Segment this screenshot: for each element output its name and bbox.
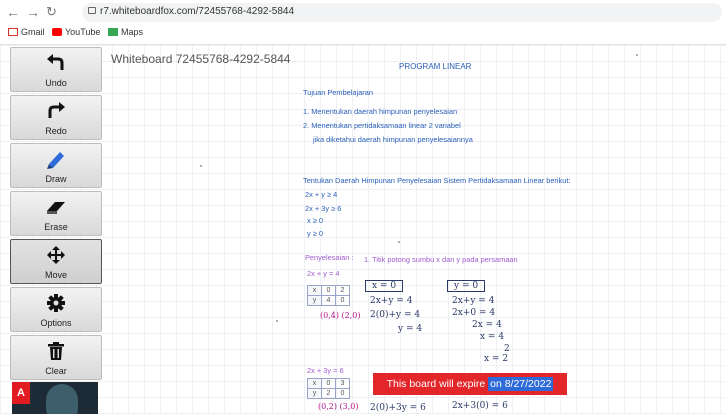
handwritten-a3: y = 4 <box>398 324 423 334</box>
step-1-text: 1. Titik potong sumbu x dan y pada persa… <box>364 255 518 264</box>
points-eq-a: (0,4) (2,0) <box>320 311 361 320</box>
inequality-4: y ≥ 0 <box>307 229 323 238</box>
draw-button[interactable]: Draw <box>10 143 102 188</box>
inequality-2: 2x + 3y ≥ 6 <box>305 204 342 213</box>
equation-b: 2x + 3y = 6 <box>307 366 344 375</box>
table-cell: 0 <box>335 295 350 306</box>
undo-button[interactable]: Undo <box>10 47 102 92</box>
equation-a: 2x + y = 4 <box>307 269 340 278</box>
table-cell: y <box>307 295 322 306</box>
move-button[interactable]: Move <box>10 239 102 284</box>
handwritten-b5: 2 <box>504 344 510 354</box>
eraser-icon <box>47 202 65 214</box>
maps-icon <box>108 28 118 36</box>
table-cell: 0 <box>321 285 336 296</box>
ad-image <box>46 384 78 414</box>
pen-icon <box>47 152 64 169</box>
stray-mark <box>398 241 400 243</box>
tujuan-title: Tujuan Pembelajaran <box>303 88 373 97</box>
handwritten-c2: 2x+3(0) = 6 <box>452 401 508 411</box>
move-icon <box>47 246 65 264</box>
soal-text: Tentukan Daerah Himpunan Penyelesaian Si… <box>303 176 571 185</box>
table-cell: x <box>307 378 322 389</box>
handwritten-b1: 2x+y = 4 <box>452 296 495 306</box>
expiry-text: This board will expire <box>386 378 486 390</box>
inequality-1: 2x + y ≥ 4 <box>305 190 338 199</box>
whiteboard-title: Whiteboard 72455768-4292-5844 <box>111 52 291 66</box>
browser-chrome: ← → ↻ r7.whiteboardfox.com/72455768-4292… <box>0 0 726 45</box>
table-cell: 0 <box>335 388 350 399</box>
handwritten-c1: 2(0)+3y = 6 <box>370 403 426 413</box>
expiry-banner[interactable]: This board will expire on 8/27/2022 <box>373 373 567 395</box>
handwritten-b4: x = 4 <box>480 332 505 342</box>
whiteboard-canvas[interactable] <box>0 45 726 414</box>
erase-button[interactable]: Erase <box>10 191 102 236</box>
handwritten-a2: 2(0)+y = 4 <box>370 310 421 320</box>
lock-icon[interactable] <box>88 7 96 14</box>
gmail-icon <box>8 28 18 36</box>
adobe-logo: A <box>12 382 30 404</box>
table-eq-a: x 0 2 y 4 0 <box>307 285 350 306</box>
table-cell: 2 <box>321 388 336 399</box>
undo-icon <box>47 54 64 70</box>
stray-mark <box>636 54 638 56</box>
expiry-date-link[interactable]: on 8/27/2022 <box>488 377 554 391</box>
reload-icon[interactable]: ↻ <box>46 4 57 20</box>
handwritten-b3: 2x = 4 <box>472 320 502 330</box>
toolbar: Undo Redo Draw Erase Move Options Clear <box>10 47 102 383</box>
handwritten-x0: x = 0 <box>365 280 404 292</box>
youtube-icon <box>52 28 62 36</box>
table-cell: y <box>307 388 322 399</box>
table-cell: 4 <box>321 295 336 306</box>
table-cell: 3 <box>335 378 350 389</box>
bookmark-maps[interactable]: Maps <box>108 27 143 37</box>
handwritten-y0: y = 0 <box>447 280 486 292</box>
back-icon[interactable]: ← <box>6 4 20 20</box>
options-button[interactable]: Options <box>10 287 102 332</box>
penyelesaian-label: Penyelesaian : <box>305 253 354 262</box>
forward-icon[interactable]: → <box>26 4 40 20</box>
url-text[interactable]: r7.whiteboardfox.com/72455768-4292-5844 <box>100 6 294 17</box>
stray-mark <box>200 165 202 167</box>
bookmark-gmail[interactable]: Gmail <box>8 27 45 37</box>
tujuan-item-1: 1. Menentukan daerah himpunan penyelesai… <box>303 107 458 116</box>
trash-icon <box>48 342 64 360</box>
stray-mark <box>276 320 278 322</box>
handwritten-b2: 2x+0 = 4 <box>452 308 496 318</box>
bookmark-youtube[interactable]: YouTube <box>52 27 100 37</box>
points-eq-b: (0,2) (3,0) <box>318 402 359 411</box>
gear-icon <box>47 294 65 312</box>
board-heading: PROGRAM LINEAR <box>399 62 472 71</box>
redo-icon <box>48 102 65 118</box>
table-eq-b: x 0 3 y 2 0 <box>307 378 350 399</box>
inequality-3: x ≥ 0 <box>307 216 323 225</box>
handwritten-a1: 2x+y = 4 <box>370 296 413 306</box>
clear-button[interactable]: Clear <box>10 335 102 380</box>
table-cell: 0 <box>321 378 336 389</box>
tujuan-item-2: 2. Menentukan pertidaksamaan linear 2 va… <box>303 121 461 130</box>
handwritten-b6: x = 2 <box>484 354 509 364</box>
advertisement[interactable]: A <box>12 382 98 414</box>
redo-button[interactable]: Redo <box>10 95 102 140</box>
tujuan-item-2-cont: jika diketahui daerah himpunan penyelesa… <box>313 135 473 144</box>
table-cell: x <box>307 285 322 296</box>
table-cell: 2 <box>335 285 350 296</box>
